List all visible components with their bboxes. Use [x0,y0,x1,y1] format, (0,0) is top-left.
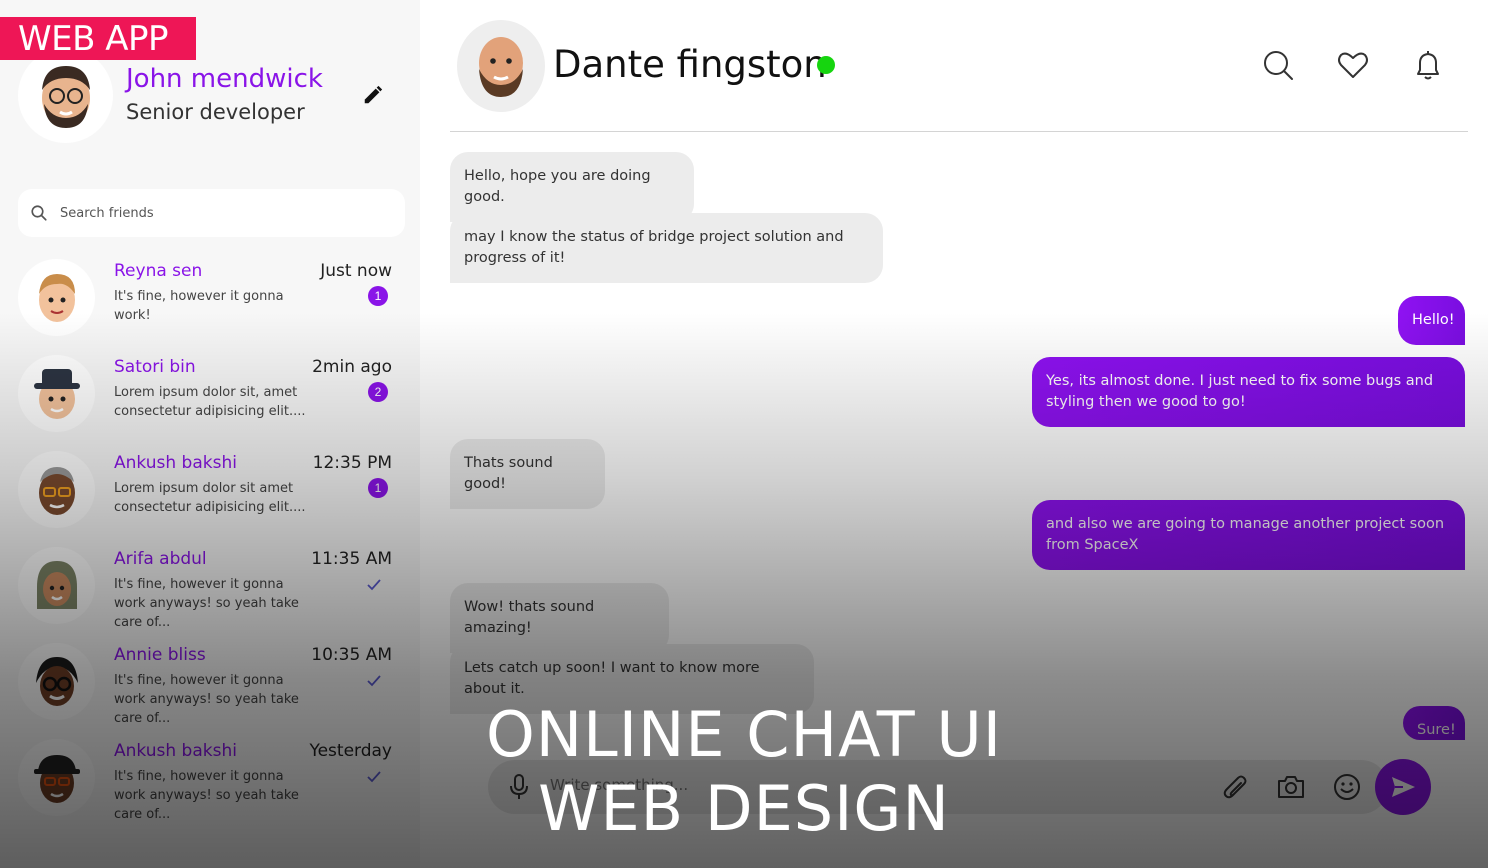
message-incoming: Hello, hope you are doing good. [450,152,694,222]
message-incoming: Wow! thats sound amazing! [450,583,669,653]
heart-icon[interactable] [1336,48,1370,82]
contact-item[interactable]: Arifa abdul 11:35 AM It's fine, however … [0,547,420,637]
contact-item[interactable]: Ankush bakshi 12:35 PM Lorem ipsum dolor… [0,451,420,541]
unread-badge: 1 [368,478,388,498]
checkmark-icon [367,579,381,591]
checkmark-icon [367,675,381,687]
contact-time: 2min ago [312,357,392,377]
contact-name: Annie bliss [114,645,206,665]
unread-badge: 1 [368,286,388,306]
search-box[interactable] [18,189,405,237]
unread-badge: 2 [368,382,388,402]
chat-contact-avatar[interactable] [457,20,545,112]
contact-time: 12:35 PM [312,453,392,473]
online-status-dot [817,56,835,74]
memoji-avatar [41,65,90,128]
bell-icon[interactable] [1411,48,1445,82]
message-incoming: may I know the status of bridge project … [450,213,883,283]
memoji-avatar [33,368,80,419]
search-icon[interactable] [1261,48,1295,82]
search-input[interactable] [60,205,360,221]
contact-item[interactable]: Satori bin 2min ago Lorem ipsum dolor si… [0,355,420,445]
contact-time: Just now [320,261,392,281]
contact-name: Satori bin [114,357,196,377]
contact-avatar [18,547,95,624]
message-incoming: Thats sound good! [450,439,605,509]
contact-preview: Lorem ipsum dolor sit amet consectetur a… [114,481,306,515]
profile-avatar[interactable] [18,48,113,143]
contact-time: 11:35 AM [311,549,392,569]
profile-role: Senior developer [126,100,305,124]
pencil-icon[interactable] [362,84,384,106]
memoji-avatar [36,560,77,609]
promo-title-line2: WEB DESIGN [538,772,950,845]
contact-avatar [18,451,95,528]
contact-avatar [18,355,95,432]
contact-preview: Lorem ipsum dolor sit, amet consectetur … [114,385,306,419]
banner-label: WEB APP [18,18,169,59]
chat-contact-name: Dante fingston [553,43,827,86]
contact-preview: It's fine, however it gonna work anyways… [114,577,299,630]
message-outgoing: and also we are going to manage another … [1032,500,1465,570]
memoji-avatar [479,37,523,97]
web-app-banner: WEB APP [0,17,196,60]
header-divider [450,131,1468,132]
contact-item[interactable]: Reyna sen Just now It's fine, however it… [0,259,420,349]
message-outgoing: Hello! [1398,296,1465,345]
message-outgoing: Yes, its almost done. I just need to fix… [1032,357,1465,427]
profile-name: John mendwick [126,64,323,94]
contact-name: Reyna sen [114,261,203,281]
search-icon [31,205,47,221]
contact-preview: It's fine, however it gonna work! [114,289,284,323]
contact-name: Ankush bakshi [114,453,237,473]
contact-time: 10:35 AM [311,645,392,665]
contact-name: Arifa abdul [114,549,207,569]
memoji-avatar [38,466,75,515]
memoji-avatar [38,273,75,322]
promo-title-line1: ONLINE CHAT UI [485,698,1003,771]
contact-avatar [18,259,95,336]
